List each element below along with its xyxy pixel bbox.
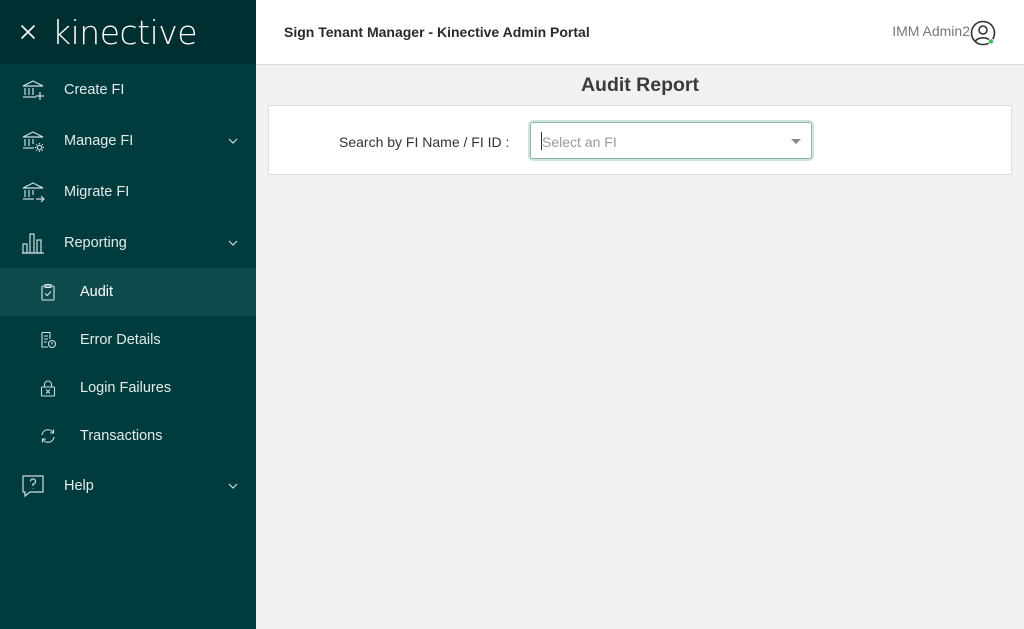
- lock-x-icon: [38, 378, 58, 398]
- sidebar-subitem-label: Login Failures: [80, 380, 172, 396]
- sidebar-subitem-label: Error Details: [80, 332, 161, 348]
- sidebar-subitem-label: Transactions: [80, 428, 163, 444]
- top-bar: Sign Tenant Manager - Kinective Admin Po…: [256, 0, 1024, 65]
- chevron-down-icon[interactable]: [228, 238, 238, 248]
- sidebar-item-label: Migrate FI: [64, 183, 130, 200]
- bank-plus-icon: [20, 77, 46, 103]
- sidebar-item-create-fi[interactable]: Create FI: [0, 64, 256, 115]
- sidebar-item-reporting[interactable]: Reporting: [0, 217, 256, 268]
- sidebar-item-label: Manage FI: [64, 132, 134, 149]
- sidebar-subitem-transactions[interactable]: Transactions: [0, 412, 256, 460]
- fi-select-placeholder: Select an FI: [542, 134, 617, 150]
- sidebar-subitem-label: Audit: [80, 284, 114, 300]
- chevron-down-icon[interactable]: [228, 136, 238, 146]
- chevron-down-icon[interactable]: [228, 481, 238, 491]
- close-icon: [21, 25, 35, 39]
- search-label: Search by FI Name / FI ID :: [339, 134, 510, 150]
- sidebar-item-label: Reporting: [64, 234, 127, 251]
- sidebar-item-manage-fi[interactable]: Manage FI: [0, 115, 256, 166]
- clipboard-check-icon: [38, 282, 58, 302]
- search-panel: Search by FI Name / FI ID : Select an FI: [268, 105, 1012, 175]
- app-title: Sign Tenant Manager - Kinective Admin Po…: [284, 24, 590, 40]
- kinective-logo: kinective: [52, 12, 198, 52]
- sidebar-item-help[interactable]: Help: [0, 460, 256, 511]
- sidebar-subitem-error-details[interactable]: Error Details: [0, 316, 256, 364]
- document-alert-icon: [38, 330, 58, 350]
- user-avatar-icon[interactable]: [970, 20, 996, 46]
- sidebar-header: kinective: [0, 0, 256, 64]
- sidebar-item-migrate-fi[interactable]: Migrate FI: [0, 166, 256, 217]
- user-name[interactable]: IMM Admin2: [892, 23, 970, 39]
- question-bubble-icon: [20, 473, 46, 499]
- bank-arrow-icon: [20, 179, 46, 205]
- page-title: Audit Report: [580, 74, 700, 96]
- sidebar-subitem-login-failures[interactable]: Login Failures: [0, 364, 256, 412]
- sidebar-item-label: Create FI: [64, 81, 125, 98]
- bar-chart-icon: [20, 230, 46, 256]
- sidebar-subitem-audit[interactable]: Audit: [0, 268, 256, 316]
- refresh-icon: [38, 426, 58, 446]
- dropdown-arrow-icon[interactable]: [791, 139, 801, 144]
- sidebar: kinective Create FI Manage FI Migrate FI…: [0, 0, 256, 629]
- sidebar-item-label: Help: [64, 477, 94, 494]
- close-sidebar-button[interactable]: [18, 22, 38, 42]
- bank-gear-icon: [20, 128, 46, 154]
- fi-select[interactable]: Select an FI: [530, 122, 812, 159]
